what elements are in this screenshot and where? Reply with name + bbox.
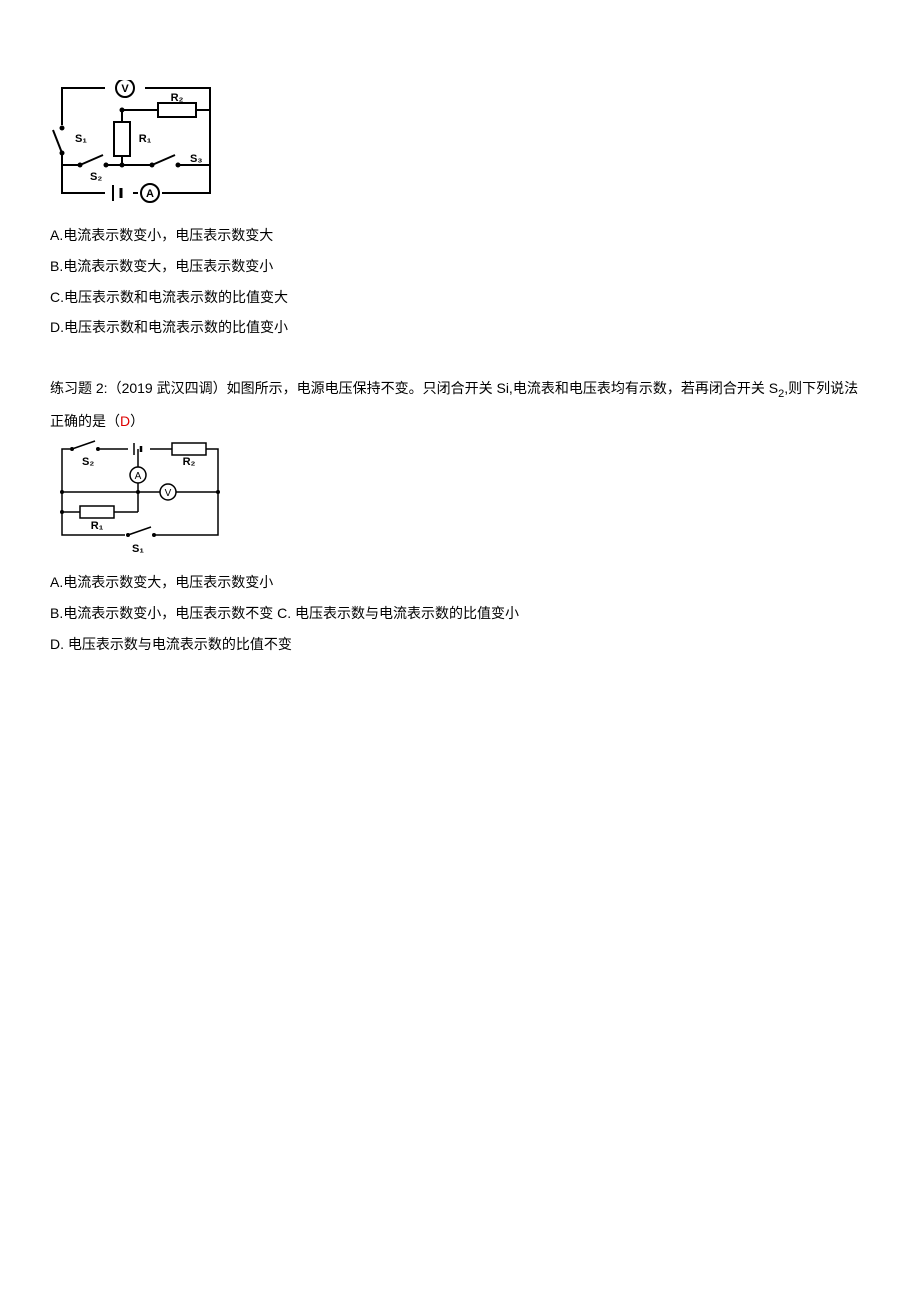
svg-text:S₂: S₂: [82, 456, 94, 468]
q1-option-a: A.电流表示数变小，电压表示数变大: [50, 220, 870, 251]
svg-text:S₁: S₁: [75, 133, 87, 145]
q1-option-d: D.电压表示数和电流表示数的比值变小: [50, 312, 870, 343]
svg-text:V: V: [165, 488, 172, 499]
q2-option-bc: B.电流表示数变小，电压表示数不变 C. 电压表示数与电流表示数的比值变小: [50, 598, 870, 629]
q2-option-a: A.电流表示数变大，电压表示数变小: [50, 567, 870, 598]
svg-text:V: V: [121, 83, 129, 95]
svg-text:R₂: R₂: [183, 456, 196, 468]
svg-text:A: A: [135, 471, 142, 482]
q2-option-d: D. 电压表示数与电流表示数的比值不变: [50, 629, 870, 660]
q2-stem-text-1: 练习题 2:（2019 武汉四调）如图所示，电源电压保持不变。只闭合开关 Si,…: [50, 380, 778, 396]
svg-text:A: A: [146, 188, 154, 200]
svg-text:S₃: S₃: [190, 153, 202, 165]
svg-text:R₁: R₁: [139, 133, 152, 145]
svg-text:S₁: S₁: [132, 543, 144, 555]
q2-answer: D: [120, 413, 130, 429]
circuit-diagram-1: V R₂ R₁ S₁ S₂ S₃ A: [50, 80, 870, 210]
circuit-svg-2: S₂ R₂ A V R₁ S₁: [50, 437, 230, 557]
circuit-svg-1: V R₂ R₁ S₁ S₂ S₃ A: [50, 80, 220, 210]
q1-option-b: B.电流表示数变大，电压表示数变小: [50, 251, 870, 282]
svg-text:R₂: R₂: [171, 92, 184, 104]
q2-stem-text-3: ）: [130, 413, 144, 429]
q1-option-c: C.电压表示数和电流表示数的比值变大: [50, 282, 870, 313]
q2-stem: 练习题 2:（2019 武汉四调）如图所示，电源电压保持不变。只闭合开关 Si,…: [50, 373, 870, 437]
svg-text:S₂: S₂: [90, 171, 102, 183]
circuit-diagram-2: S₂ R₂ A V R₁ S₁: [50, 437, 870, 557]
svg-text:R₁: R₁: [91, 520, 104, 532]
